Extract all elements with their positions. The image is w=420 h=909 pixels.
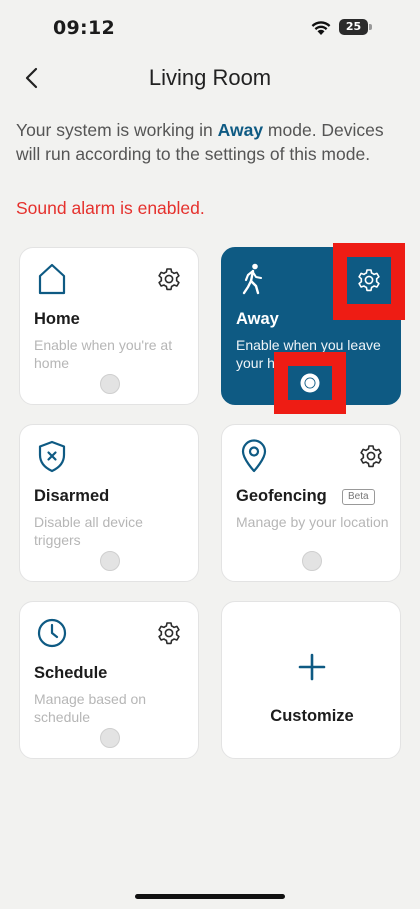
mode-card-home[interactable]: Home Enable when you're at home: [19, 247, 199, 405]
home-indicator: [135, 894, 285, 899]
status-prefix: Your system is working in: [16, 120, 218, 140]
mode-radio[interactable]: [100, 728, 120, 748]
walking-icon: [242, 263, 262, 295]
beta-badge: Beta: [342, 489, 375, 505]
mode-radio-selected[interactable]: [300, 373, 320, 393]
mode-radio[interactable]: [100, 374, 120, 394]
mode-card-geofencing[interactable]: Geofencing Beta Manage by your location: [221, 424, 401, 582]
highlight-inner: [288, 366, 332, 400]
mode-title: Schedule: [34, 664, 108, 682]
header: Living Room: [0, 56, 420, 100]
home-icon: [38, 263, 66, 295]
mode-card-schedule[interactable]: Schedule Manage based on schedule: [19, 601, 199, 759]
mode-description: Disable all device triggers: [34, 514, 143, 548]
status-time: 09:12: [53, 17, 115, 39]
plus-icon: [298, 653, 326, 681]
away-radio-highlight: [274, 352, 346, 414]
shield-x-icon: [38, 440, 66, 473]
mode-radio[interactable]: [100, 551, 120, 571]
gear-icon[interactable]: [156, 620, 182, 646]
gear-icon[interactable]: [356, 267, 382, 293]
customize-button[interactable]: Customize: [221, 601, 401, 759]
mode-description: Manage based on schedule: [34, 691, 147, 725]
current-mode-name: Away: [217, 120, 264, 140]
location-pin-icon: [241, 439, 267, 473]
mode-title: Away: [236, 310, 279, 328]
page-title: Living Room: [148, 65, 272, 90]
gear-icon[interactable]: [358, 443, 384, 469]
away-settings-highlight: [333, 243, 405, 320]
clock-icon: [37, 618, 67, 648]
wifi-icon: [311, 21, 331, 35]
mode-card-disarmed[interactable]: Disarmed Disable all device triggers: [19, 424, 199, 582]
mode-radio[interactable]: [302, 551, 322, 571]
mode-title: Disarmed: [34, 487, 110, 505]
mode-description: Enable when you're at home: [34, 337, 173, 371]
mode-title: Geofencing: [236, 487, 327, 505]
customize-label: Customize: [270, 707, 354, 725]
gear-icon[interactable]: [156, 266, 182, 292]
system-status-text: Your system is working in Away mode. Dev…: [16, 118, 406, 166]
mode-title: Home: [34, 310, 80, 328]
alarm-status-text: Sound alarm is enabled.: [16, 198, 205, 218]
highlight-inner: [347, 257, 391, 304]
status-bar: 09:12 25: [0, 0, 420, 56]
mode-description: Manage by your location: [236, 514, 389, 530]
battery-indicator: 25: [339, 19, 372, 35]
